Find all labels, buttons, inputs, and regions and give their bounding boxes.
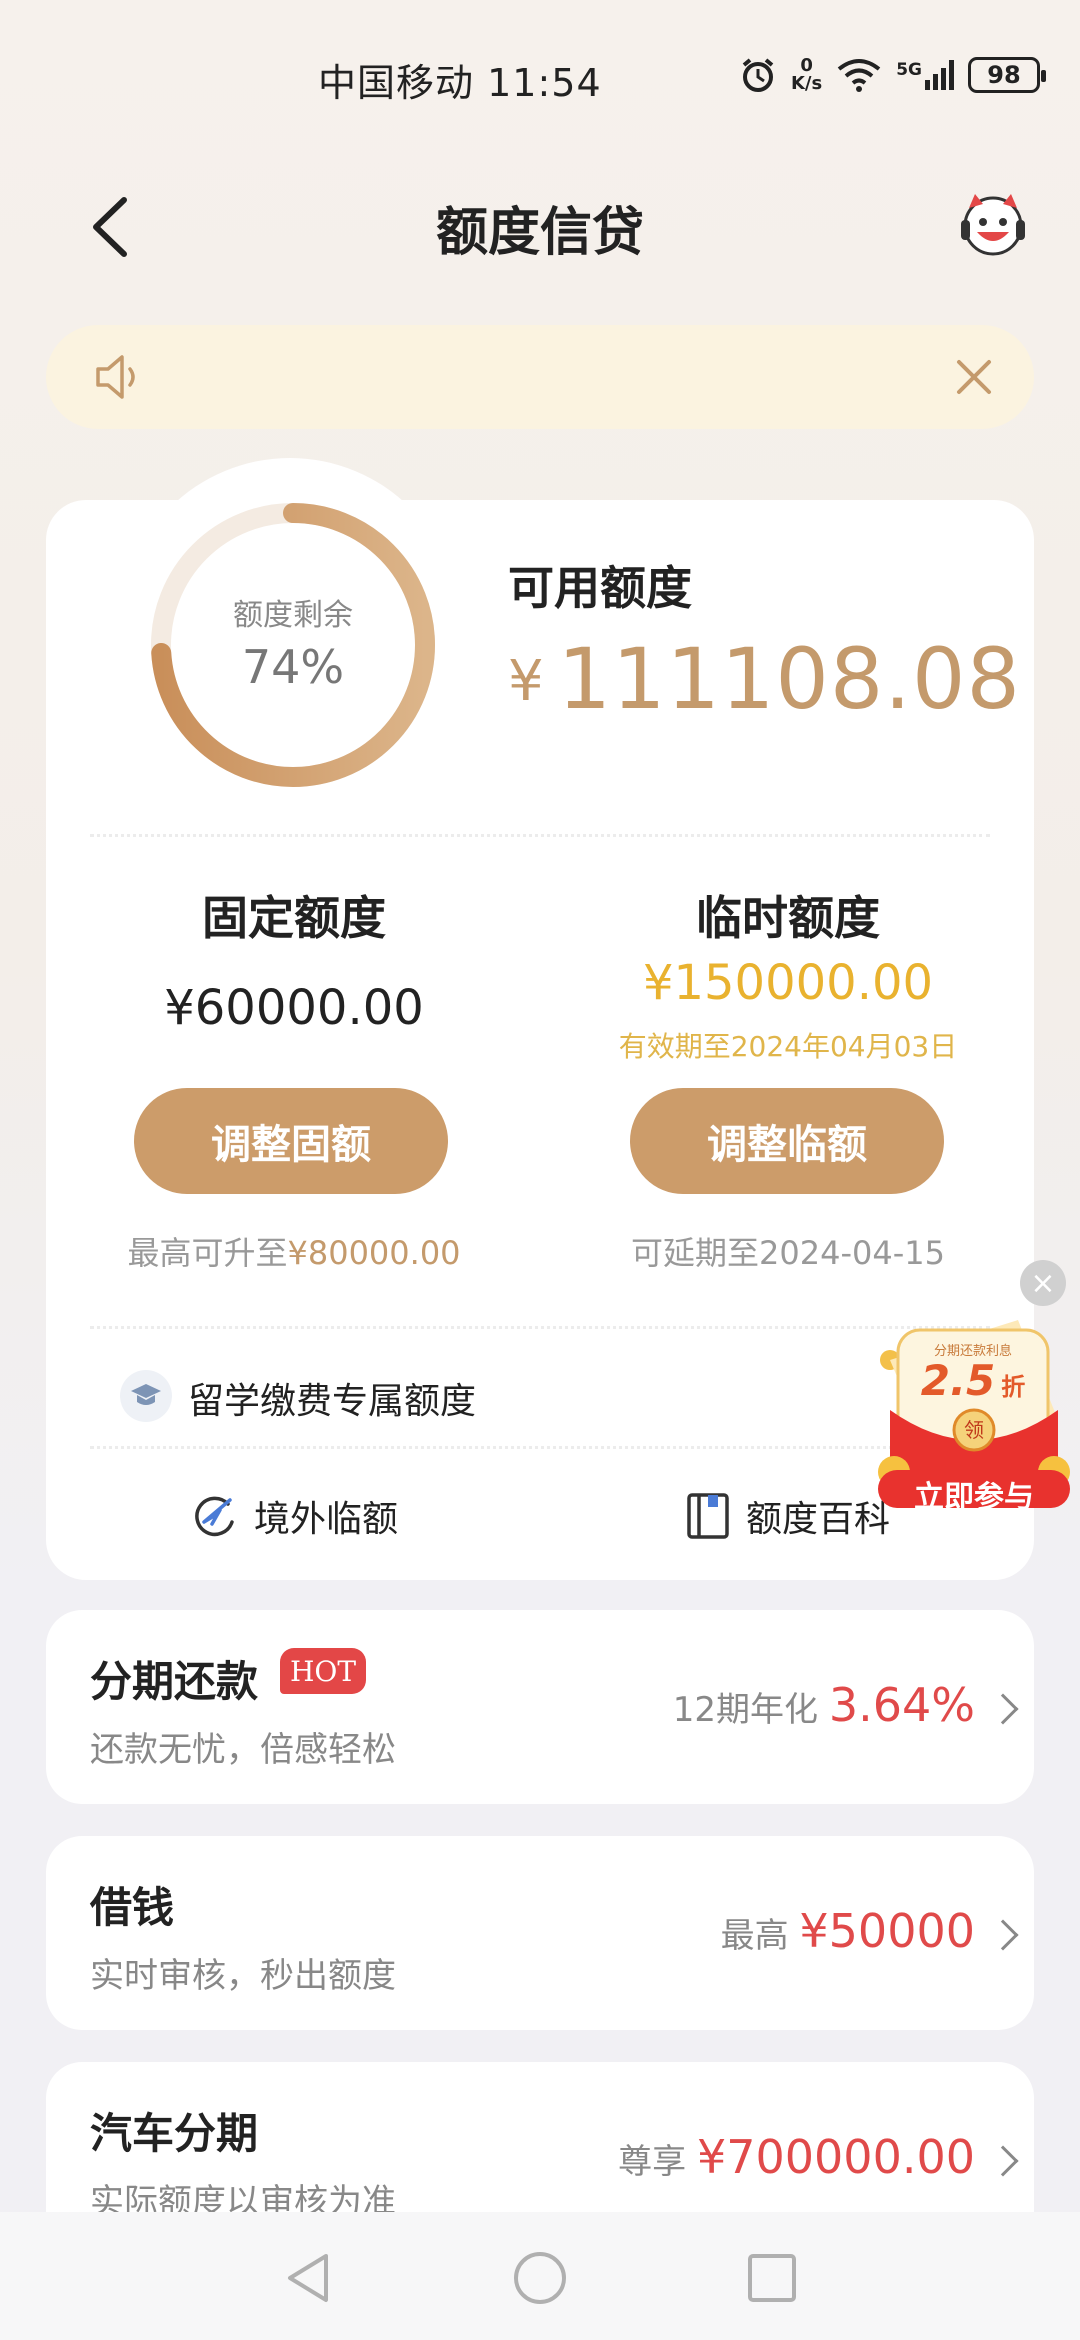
signal-icon: 5G [896, 60, 954, 90]
nav-back-icon[interactable] [280, 2250, 336, 2306]
max-prefix: 最高 [720, 1916, 789, 1956]
divider [90, 834, 990, 837]
net-speed: 0 K/s [791, 57, 822, 93]
currency-symbol: ¥ [508, 649, 544, 714]
adjust-temp-button[interactable]: 调整临额 [630, 1088, 944, 1194]
installment-promo-badge[interactable]: 分期还款利息 2.5 折 领 立即参与 [868, 1300, 1080, 1515]
fixed-note-prefix: 最高可升至 [127, 1234, 288, 1272]
nav-recents-icon[interactable] [744, 2250, 800, 2306]
overseas-label: 境外临额 [254, 1499, 399, 1540]
net-speed-unit: K/s [790, 73, 823, 94]
product-rate: 12期年化 3.64% [673, 1678, 975, 1732]
product-subtitle: 实时审核，秒出额度 [90, 1956, 396, 1996]
promo-discount: 2.5 [920, 1356, 996, 1405]
clock-time: 11:54 [487, 61, 602, 105]
product-subtitle: 还款无忧，倍感轻松 [90, 1730, 396, 1770]
divider [90, 1326, 990, 1329]
available-label: 可用额度 [508, 561, 692, 615]
fixed-title: 固定额度 [202, 891, 386, 945]
battery-indicator: 98 [968, 57, 1046, 93]
carrier-time: 中国移动 11:54 [318, 52, 602, 107]
exclusive-prefix: 尊享 [618, 2142, 687, 2182]
fixed-note-value: ¥80000.00 [287, 1234, 461, 1272]
product-title: 汽车分期 [90, 2109, 259, 2158]
temp-extend-note: 可延期至2024-04-15 [631, 1234, 945, 1272]
carrier-name: 中国移动 [318, 61, 475, 105]
book-icon [687, 1493, 729, 1539]
promo-coin-text: 领 [964, 1418, 984, 1442]
quota-wiki-link[interactable]: 额度百科 [686, 1490, 890, 1542]
rate-value: 3.64% [828, 1678, 975, 1732]
remaining-percent: 74% [241, 640, 345, 694]
page-title: 额度信贷 [435, 203, 644, 263]
wifi-icon [837, 59, 881, 92]
nav-home-icon[interactable] [512, 2250, 568, 2306]
overseas-temp-quota-link[interactable]: 境外临额 [190, 1490, 398, 1542]
temp-valid-until: 有效期至2024年04月03日 [618, 1030, 958, 1063]
product-title: 借钱 [90, 1883, 175, 1932]
rate-prefix: 12期年化 [672, 1690, 819, 1730]
product-title: 分期还款 [90, 1657, 259, 1706]
divider [90, 1446, 990, 1449]
plane-globe-icon [195, 1496, 234, 1537]
network-type: 5G [896, 60, 922, 80]
close-icon[interactable] [954, 357, 994, 397]
temp-amount: ¥150000.00 [642, 955, 934, 1011]
product-exclusive: 尊享 ¥700000.00 [618, 2130, 975, 2184]
max-value: ¥50000 [799, 1904, 975, 1958]
battery-level: 98 [987, 61, 1021, 89]
temp-title: 临时额度 [696, 891, 880, 945]
hot-badge: HOT [280, 1648, 366, 1694]
notice-bar[interactable] [46, 325, 1034, 429]
promo-cta: 立即参与 [914, 1480, 1034, 1515]
fixed-amount: ¥60000.00 [164, 980, 424, 1036]
fixed-max-note: 最高可升至¥80000.00 [94, 1228, 494, 1274]
remaining-label: 额度剩余 [233, 598, 353, 633]
exclusive-value: ¥700000.00 [696, 2130, 975, 2184]
alarm-icon [742, 58, 774, 92]
status-icons: 0 K/s 5G 98 [739, 56, 1046, 94]
graduation-cap-icon [120, 1370, 172, 1422]
available-amount: ¥111108.08 [508, 630, 1021, 728]
adjust-fixed-button[interactable]: 调整固额 [134, 1088, 448, 1194]
mascot-service-icon[interactable] [955, 188, 1031, 258]
speaker-icon [96, 355, 135, 399]
promo-discount-unit: 折 [1001, 1373, 1026, 1401]
product-max: 最高 ¥50000 [721, 1904, 975, 1958]
available-amount-value: 111108.08 [557, 630, 1021, 728]
study-abroad-quota-link[interactable]: 留学缴费专属额度 [188, 1372, 476, 1424]
